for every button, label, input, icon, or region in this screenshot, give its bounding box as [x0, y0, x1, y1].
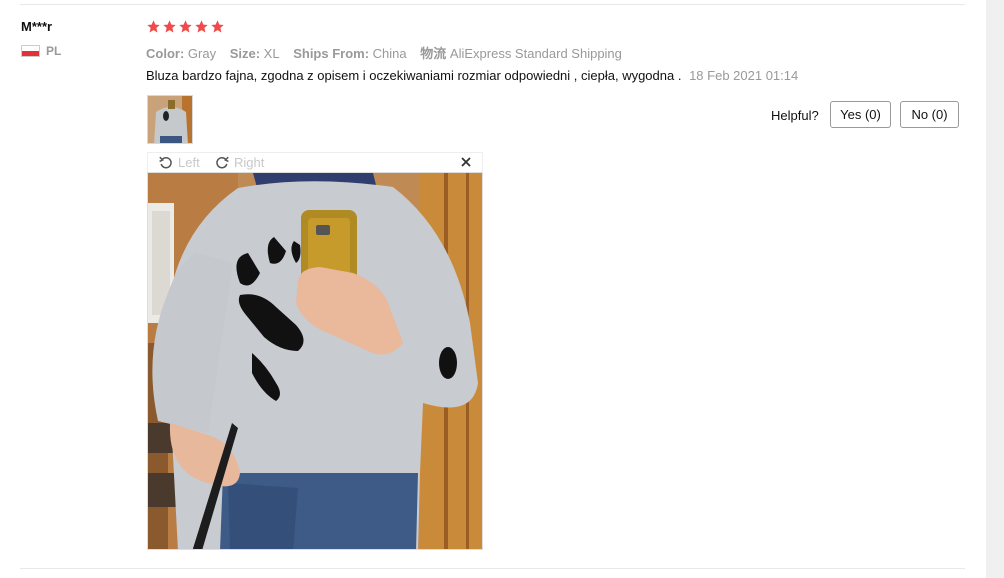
close-icon[interactable] — [459, 155, 473, 169]
product-attributes: Color: Gray Size: XL Ships From: China 物… — [146, 43, 632, 62]
helpful-yes-button[interactable]: Yes (0) — [830, 101, 891, 128]
image-viewer-toolbar: Left Right — [147, 152, 483, 172]
attr-logistics: 物流 AliExpress Standard Shipping — [420, 46, 622, 61]
poland-flag-icon — [21, 45, 40, 57]
country-code: PL — [46, 44, 62, 58]
rating-stars — [146, 19, 225, 34]
review-photo-large — [147, 172, 483, 550]
rotate-right-icon — [216, 156, 229, 169]
review-photo-thumbnail[interactable] — [147, 95, 193, 144]
helpful-no-button[interactable]: No (0) — [900, 101, 959, 128]
divider-top — [20, 4, 965, 5]
review-date: 18 Feb 2021 01:14 — [689, 68, 799, 83]
star-icon — [147, 20, 160, 33]
divider-bottom — [20, 568, 965, 569]
rotate-right-button[interactable]: Right — [214, 154, 264, 170]
reviewer-name: M***r — [21, 19, 53, 34]
rotate-left-button[interactable]: Left — [158, 154, 200, 170]
page-scrollbar[interactable] — [986, 0, 1004, 578]
star-icon — [195, 20, 208, 33]
review-text: Bluza bardzo fajna, zgodna z opisem i oc… — [146, 68, 682, 83]
attr-ships-from: Ships From: China — [293, 46, 407, 61]
attr-size: Size: XL — [229, 46, 280, 61]
star-icon — [163, 20, 176, 33]
reviewer-country: PL — [21, 44, 61, 58]
rotate-left-icon — [159, 156, 172, 169]
rotate-left-label: Left — [178, 154, 200, 170]
attr-color: Color: Gray — [146, 46, 217, 61]
star-icon — [211, 20, 224, 33]
helpful-label: Helpful? — [771, 108, 819, 123]
review-body: Bluza bardzo fajna, zgodna z opisem i oc… — [146, 68, 798, 83]
rotate-right-label: Right — [234, 154, 265, 170]
star-icon — [179, 20, 192, 33]
